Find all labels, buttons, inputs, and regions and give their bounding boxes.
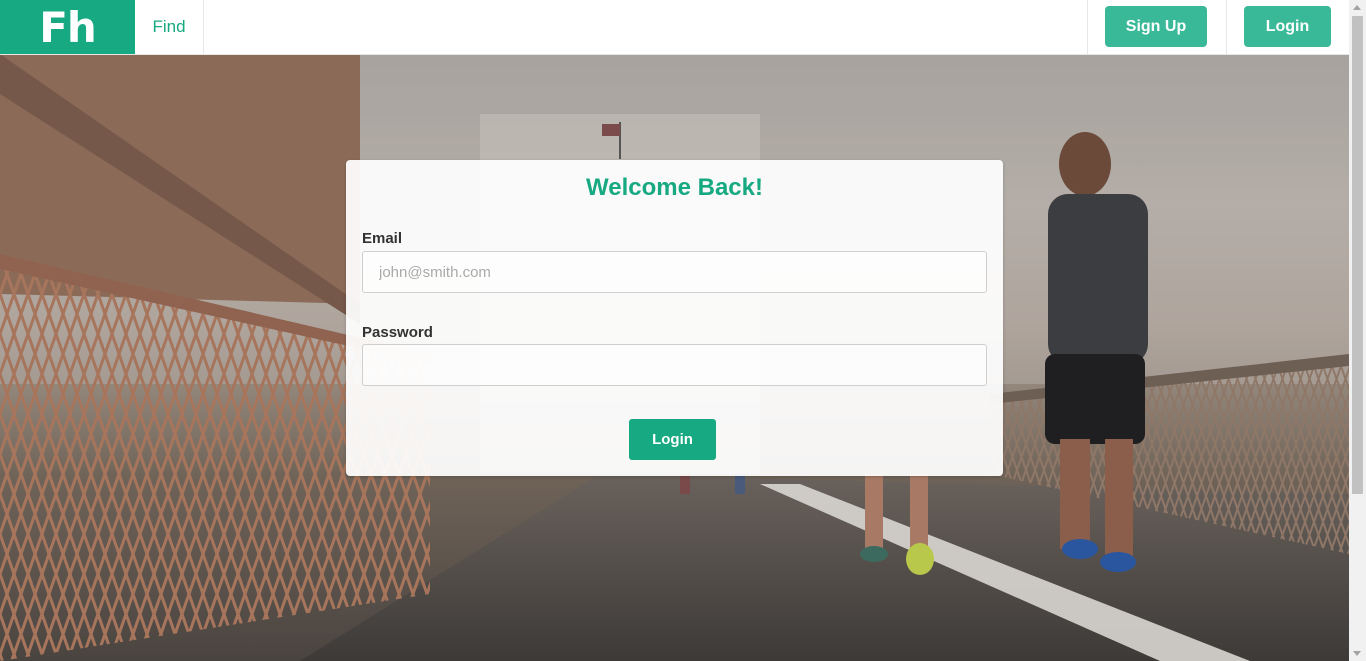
login-card: Welcome Back! Email Password Login: [346, 160, 1003, 476]
scroll-up-icon[interactable]: [1353, 5, 1361, 10]
page-scrollbar[interactable]: [1349, 0, 1366, 661]
login-submit-button[interactable]: Login: [629, 419, 716, 460]
password-field[interactable]: [362, 344, 987, 386]
nav-find-link[interactable]: Find: [135, 0, 204, 54]
login-title: Welcome Back!: [586, 174, 763, 201]
nav-login-button[interactable]: Login: [1244, 6, 1331, 47]
email-label: Email: [362, 230, 403, 247]
top-navbar: Fh Find Sign Up Login: [0, 0, 1349, 55]
scroll-down-icon[interactable]: [1353, 651, 1361, 656]
brand-logo[interactable]: Fh: [0, 0, 135, 54]
nav-divider: [1087, 0, 1088, 54]
password-label: Password: [362, 324, 433, 341]
scroll-thumb[interactable]: [1352, 16, 1363, 494]
email-field[interactable]: [362, 251, 987, 293]
nav-divider: [1226, 0, 1227, 54]
signup-button[interactable]: Sign Up: [1105, 6, 1207, 47]
